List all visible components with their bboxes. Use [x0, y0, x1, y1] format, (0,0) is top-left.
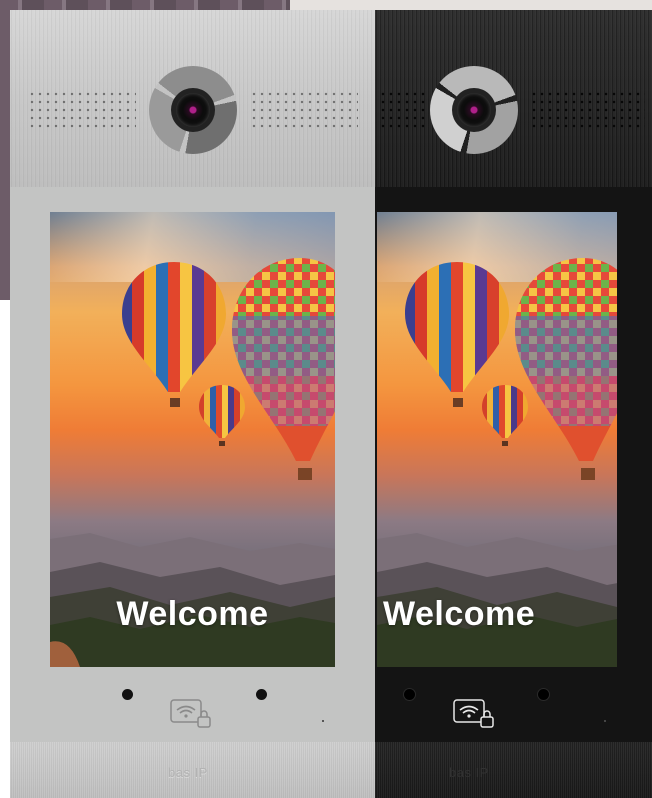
speaker-grille-left — [379, 90, 425, 130]
hot-air-balloon-icon — [232, 258, 335, 480]
intercom-panel-black: Welcome bas IP — [375, 10, 652, 798]
brand-logo: bas IP — [449, 765, 489, 780]
panel-header — [375, 10, 652, 187]
welcome-message: Welcome — [383, 595, 536, 633]
camera-lens-icon — [149, 66, 237, 154]
camera-lens-icon — [430, 66, 518, 154]
panel-footer: bas IP — [10, 742, 375, 798]
intercom-panel-silver: Welcome bas IP — [10, 10, 375, 798]
microphone-hole — [322, 720, 324, 722]
brand-logo: bas IP — [168, 765, 208, 780]
background-wall — [290, 0, 652, 10]
panel-header — [10, 10, 375, 187]
hot-air-balloon-icon — [515, 258, 617, 480]
speaker-grille-right — [250, 90, 358, 130]
speaker-grille-right — [530, 90, 645, 130]
display-screen[interactable]: Welcome — [377, 212, 617, 667]
speaker-grille-left — [28, 90, 136, 130]
welcome-message: Welcome — [116, 595, 269, 633]
nfc-card-lock-icon[interactable] — [170, 698, 214, 730]
proximity-sensor-icon — [538, 689, 549, 700]
proximity-sensor-icon — [404, 689, 415, 700]
proximity-sensor-icon — [256, 689, 267, 700]
display-screen[interactable]: Welcome — [50, 212, 335, 667]
mountains — [50, 533, 335, 667]
panel-footer: bas IP — [375, 742, 652, 798]
mountains — [377, 533, 617, 667]
proximity-sensor-icon — [122, 689, 133, 700]
microphone-hole — [604, 720, 606, 722]
nfc-card-lock-icon[interactable] — [453, 698, 497, 730]
